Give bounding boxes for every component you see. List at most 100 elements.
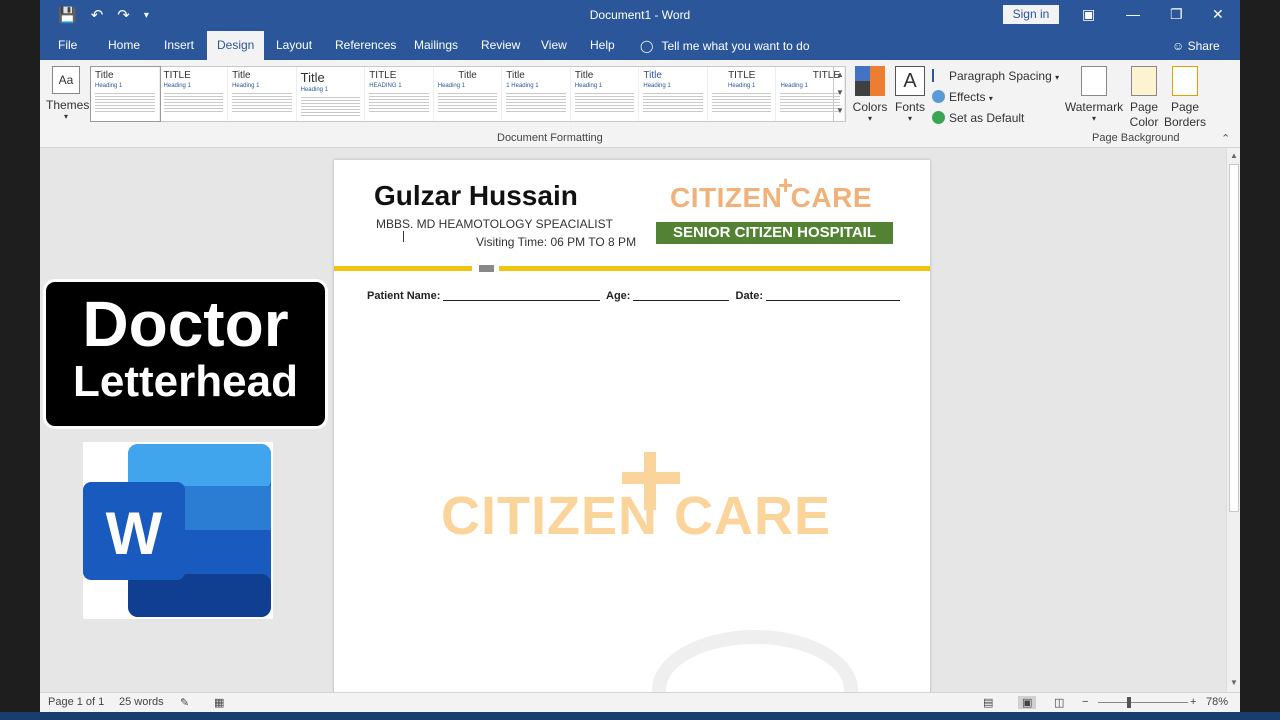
page-color-icon <box>1131 66 1157 96</box>
style-set-gallery: Title Heading 1 TITLE Heading 1 Title Headi… <box>90 66 846 122</box>
tab-file[interactable]: File <box>48 31 87 60</box>
restore-icon[interactable]: ❐ <box>1170 6 1183 23</box>
page-color-button[interactable]: Page Color <box>1124 66 1164 130</box>
style-set-thumb[interactable]: TITLE Heading 1 <box>708 67 777 121</box>
style-set-thumb[interactable]: Title Heading 1 <box>434 67 503 121</box>
title-bar: 💾 ↶ ↷ ▾ Document1 - Word Sign in ▣ — ❐ ✕ <box>40 0 1240 31</box>
chevron-down-icon: ▾ <box>63 112 68 121</box>
tell-me-text: Tell me what you want to do <box>661 39 810 53</box>
style-set-thumb[interactable]: TITLE HEADING 1 <box>365 67 434 121</box>
minimize-icon[interactable]: — <box>1126 6 1140 22</box>
proofing-icon[interactable]: ✎ <box>180 696 189 709</box>
tab-references[interactable]: References <box>325 31 406 60</box>
style-set-thumb[interactable]: Title 1 Heading 1 <box>502 67 571 121</box>
style-set-thumb[interactable]: Title Heading 1 <box>228 67 297 121</box>
word-logo-letter: W <box>106 500 163 567</box>
document-page[interactable]: Gulzar Hussain MBBS. MD HEAMOTOLOGY SPEA… <box>334 160 930 692</box>
tab-home[interactable]: Home <box>98 31 150 60</box>
header-rule-marker <box>479 265 494 272</box>
scroll-up-icon[interactable]: ▲ <box>1227 151 1241 160</box>
effects-button[interactable]: Effects ▾ <box>932 87 1059 108</box>
sign-in-button[interactable]: Sign in <box>1003 5 1059 24</box>
page-count[interactable]: Page 1 of 1 <box>48 696 104 708</box>
age-blank <box>633 290 730 301</box>
colors-button[interactable]: Colors ▾ <box>852 66 888 123</box>
date-blank <box>766 290 901 301</box>
style-set-thumb[interactable]: Title Heading 1 <box>639 67 708 121</box>
word-count[interactable]: 25 words <box>119 696 164 708</box>
formatting-options: Paragraph Spacing ▾ Effects ▾ Set as Def… <box>932 66 1059 129</box>
group-label-page-background: Page Background <box>1092 132 1180 144</box>
read-mode-icon[interactable]: ▤ <box>983 696 993 709</box>
banner-line-2: Letterhead <box>73 357 298 406</box>
watermark-button[interactable]: Watermark ▾ <box>1064 66 1124 123</box>
tab-layout[interactable]: Layout <box>266 31 322 60</box>
share-label: Share <box>1187 39 1220 53</box>
status-bar: Page 1 of 1 25 words ✎ ▦ ▤ ▣ ◫ − + 78% <box>40 692 1240 712</box>
page-borders-button[interactable]: Page Borders <box>1164 66 1206 130</box>
zoom-level[interactable]: 78% <box>1206 696 1228 708</box>
share-button[interactable]: ☺ Share <box>1172 39 1220 53</box>
chevron-up-icon[interactable]: ▲ <box>834 66 846 84</box>
group-label-document-formatting: Document Formatting <box>497 132 603 144</box>
date-label: Date: <box>735 290 764 302</box>
page-color-label: Page Color <box>1129 100 1159 129</box>
stethoscope-icon <box>652 630 858 692</box>
tab-mailings[interactable]: Mailings <box>404 31 468 60</box>
print-layout-icon[interactable]: ▣ <box>1018 696 1037 709</box>
close-icon[interactable]: ✕ <box>1212 6 1224 23</box>
windows-taskbar <box>0 712 1280 720</box>
person-icon: ☺ <box>1172 39 1185 53</box>
style-set-thumb[interactable]: Title Heading 1 <box>297 67 366 121</box>
patient-name-label: Patient Name: <box>367 290 441 302</box>
tab-design[interactable]: Design <box>207 31 265 60</box>
tab-insert[interactable]: Insert <box>154 31 204 60</box>
age-label: Age: <box>606 290 631 302</box>
paragraph-spacing-button[interactable]: Paragraph Spacing ▾ <box>932 66 1059 87</box>
collapse-ribbon-icon[interactable]: ⌃ <box>1221 132 1230 145</box>
themes-button[interactable]: Aa Themes ▾ <box>46 66 90 121</box>
chevron-down-icon: ▾ <box>867 114 872 123</box>
style-set-thumb[interactable]: TITLE Heading 1 <box>160 67 229 121</box>
tab-view[interactable]: View <box>531 31 577 60</box>
style-set-thumb[interactable]: Title Heading 1 <box>90 66 161 122</box>
zoom-in-icon[interactable]: + <box>1190 696 1196 708</box>
ribbon-tabs: File Home Insert Design Layout Reference… <box>40 31 1240 60</box>
zoom-slider[interactable] <box>1098 702 1188 703</box>
header-rule <box>499 266 930 271</box>
word-logo-icon: W <box>83 442 273 619</box>
watermark-icon <box>1081 66 1107 96</box>
scrollbar-thumb[interactable] <box>1229 164 1239 512</box>
text-cursor <box>403 231 404 242</box>
tell-me-search[interactable]: ◯ Tell me what you want to do <box>640 39 810 53</box>
chevron-down-icon: ▾ <box>1055 73 1060 82</box>
lightbulb-icon: ◯ <box>640 39 654 53</box>
chevron-down-icon[interactable]: ▼ <box>834 84 846 102</box>
effects-icon <box>932 90 945 103</box>
chevron-down-icon: ▾ <box>1091 114 1096 123</box>
tab-help[interactable]: Help <box>580 31 625 60</box>
hospital-name-banner: SENIOR CITIZEN HOSPITAIL <box>656 222 893 244</box>
zoom-slider-thumb[interactable] <box>1127 697 1131 708</box>
page-borders-label: Page Borders <box>1164 100 1207 129</box>
doctor-name: Gulzar Hussain <box>374 180 578 211</box>
scroll-down-icon[interactable]: ▼ <box>1227 678 1241 687</box>
web-layout-icon[interactable]: ◫ <box>1054 696 1064 709</box>
themes-label: Themes <box>46 98 90 112</box>
gallery-scroll[interactable]: ▲ ▼ ▼ <box>833 66 846 122</box>
zoom-out-icon[interactable]: − <box>1082 696 1088 708</box>
doctor-letterhead-banner: Doctor Letterhead <box>43 279 328 429</box>
checkmark-icon <box>932 111 945 124</box>
hospital-logo-text: CITIZEN CARE <box>670 182 872 213</box>
ribbon-display-options-icon[interactable]: ▣ <box>1082 6 1095 23</box>
set-as-default-button[interactable]: Set as Default <box>932 108 1059 129</box>
macro-icon[interactable]: ▦ <box>214 696 224 709</box>
fonts-button[interactable]: A Fonts ▾ <box>892 66 928 123</box>
watermark-cross-icon <box>622 472 680 484</box>
chevron-down-icon: ▾ <box>907 114 912 123</box>
tab-review[interactable]: Review <box>471 31 530 60</box>
vertical-scrollbar[interactable]: ▲ ▼ <box>1226 148 1240 692</box>
gallery-more-icon[interactable]: ▼ <box>834 102 846 120</box>
themes-icon: Aa <box>52 66 80 94</box>
style-set-thumb[interactable]: Title Heading 1 <box>571 67 640 121</box>
